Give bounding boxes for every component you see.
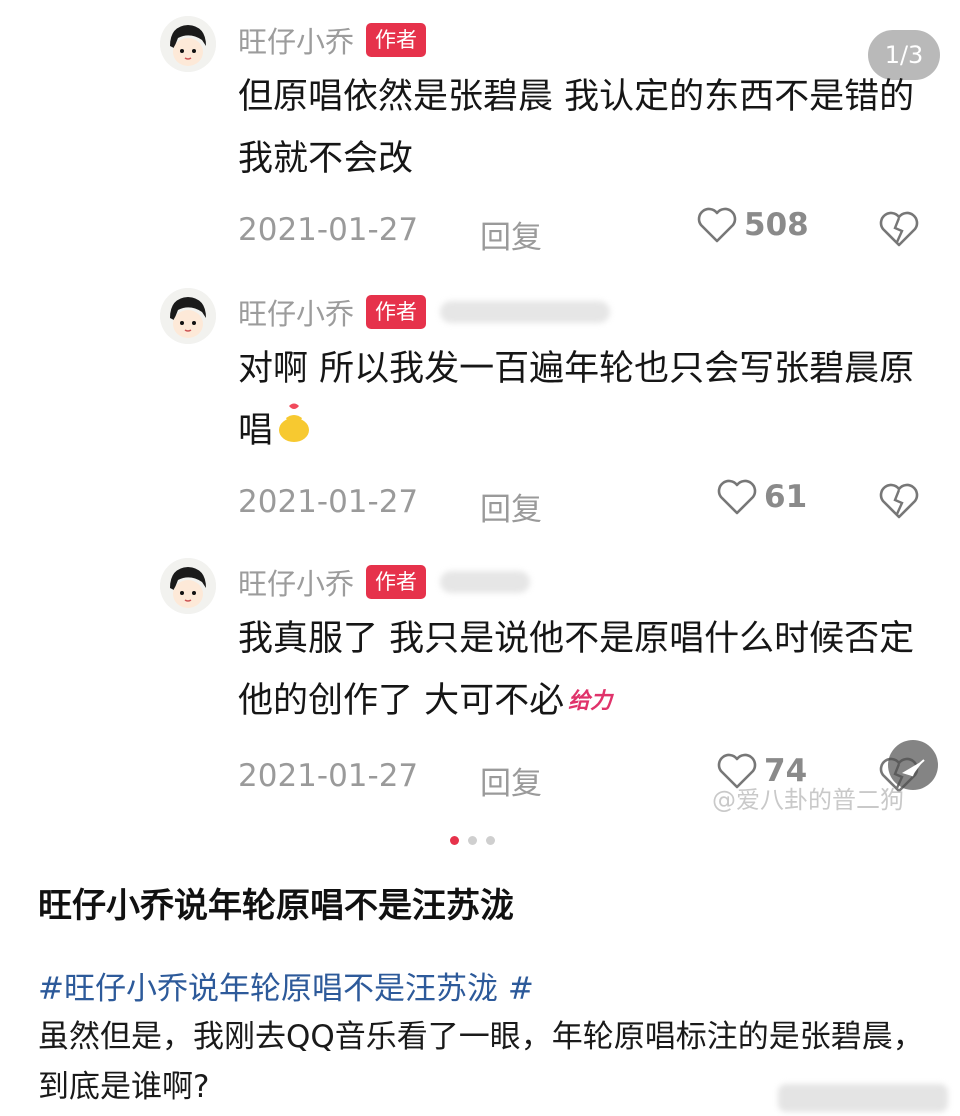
comment-text: 我真服了 我只是说他不是原唱什么时候否定他的创作了 大可不必 给力 (238, 608, 928, 733)
dislike-button[interactable] (878, 210, 920, 256)
blurred-area (778, 1084, 948, 1112)
carousel-dot[interactable] (486, 836, 495, 845)
blurred-reply-target (440, 301, 611, 323)
username[interactable]: 旺仔小乔 (238, 19, 354, 61)
comment-meta: 2021-01-27 回复 508 (238, 206, 938, 256)
carousel-dot[interactable] (468, 836, 477, 845)
carousel-dots (450, 836, 495, 845)
comment-text: 但原唱依然是张碧晨 我认定的东西不是错的我就不会改 (238, 77, 915, 179)
comment-screenshot: 1/3 旺仔小乔 作者 但原唱依然是张碧晨 我认定的东西不是错的我就不会改 20… (0, 0, 960, 860)
heart-outline-icon (717, 479, 757, 515)
avatar[interactable] (160, 16, 216, 72)
sticker-icon: 给力 (568, 689, 613, 714)
avatar[interactable] (160, 288, 216, 344)
blurred-reply-target (440, 571, 531, 593)
broken-heart-icon (879, 483, 919, 519)
hashtag-link[interactable]: #旺仔小乔说年轮原唱不是汪苏泷 # (38, 963, 928, 1008)
comment-date: 2021-01-27 (238, 212, 419, 248)
username[interactable]: 旺仔小乔 (238, 561, 354, 603)
reply-button[interactable]: 回复 (480, 212, 542, 257)
author-badge: 作者 (366, 23, 427, 57)
author-badge: 作者 (366, 295, 427, 329)
comment-text: 对啊 所以我发一百遍年轮也只会写张碧晨原唱 (238, 338, 928, 464)
dislike-button[interactable] (878, 482, 920, 528)
heart-outline-icon (697, 207, 737, 243)
reply-button[interactable]: 回复 (480, 484, 542, 529)
like-button[interactable]: 508 (696, 206, 809, 244)
post-content: 旺仔小乔说年轮原唱不是汪苏泷 #旺仔小乔说年轮原唱不是汪苏泷 # 虽然但是，我刚… (38, 870, 928, 1112)
comment-date: 2021-01-27 (238, 484, 419, 520)
author-badge: 作者 (366, 565, 427, 599)
like-count: 61 (764, 479, 808, 515)
avatar[interactable] (160, 558, 216, 614)
carousel-dot-active[interactable] (450, 836, 459, 845)
like-button[interactable]: 61 (716, 478, 807, 516)
like-count: 508 (744, 207, 809, 243)
broken-heart-icon (879, 211, 919, 247)
watermark: @爱八卦的普二狗 (712, 786, 904, 814)
comment-meta: 2021-01-27 回复 61 (238, 478, 938, 528)
reply-button[interactable]: 回复 (480, 758, 542, 803)
comment-date: 2021-01-27 (238, 758, 419, 794)
sticker-icon (273, 400, 315, 464)
post-title: 旺仔小乔说年轮原唱不是汪苏泷 (38, 886, 514, 926)
username[interactable]: 旺仔小乔 (238, 291, 354, 333)
comment-text-content: 对啊 所以我发一百遍年轮也只会写张碧晨原唱 (238, 349, 915, 451)
